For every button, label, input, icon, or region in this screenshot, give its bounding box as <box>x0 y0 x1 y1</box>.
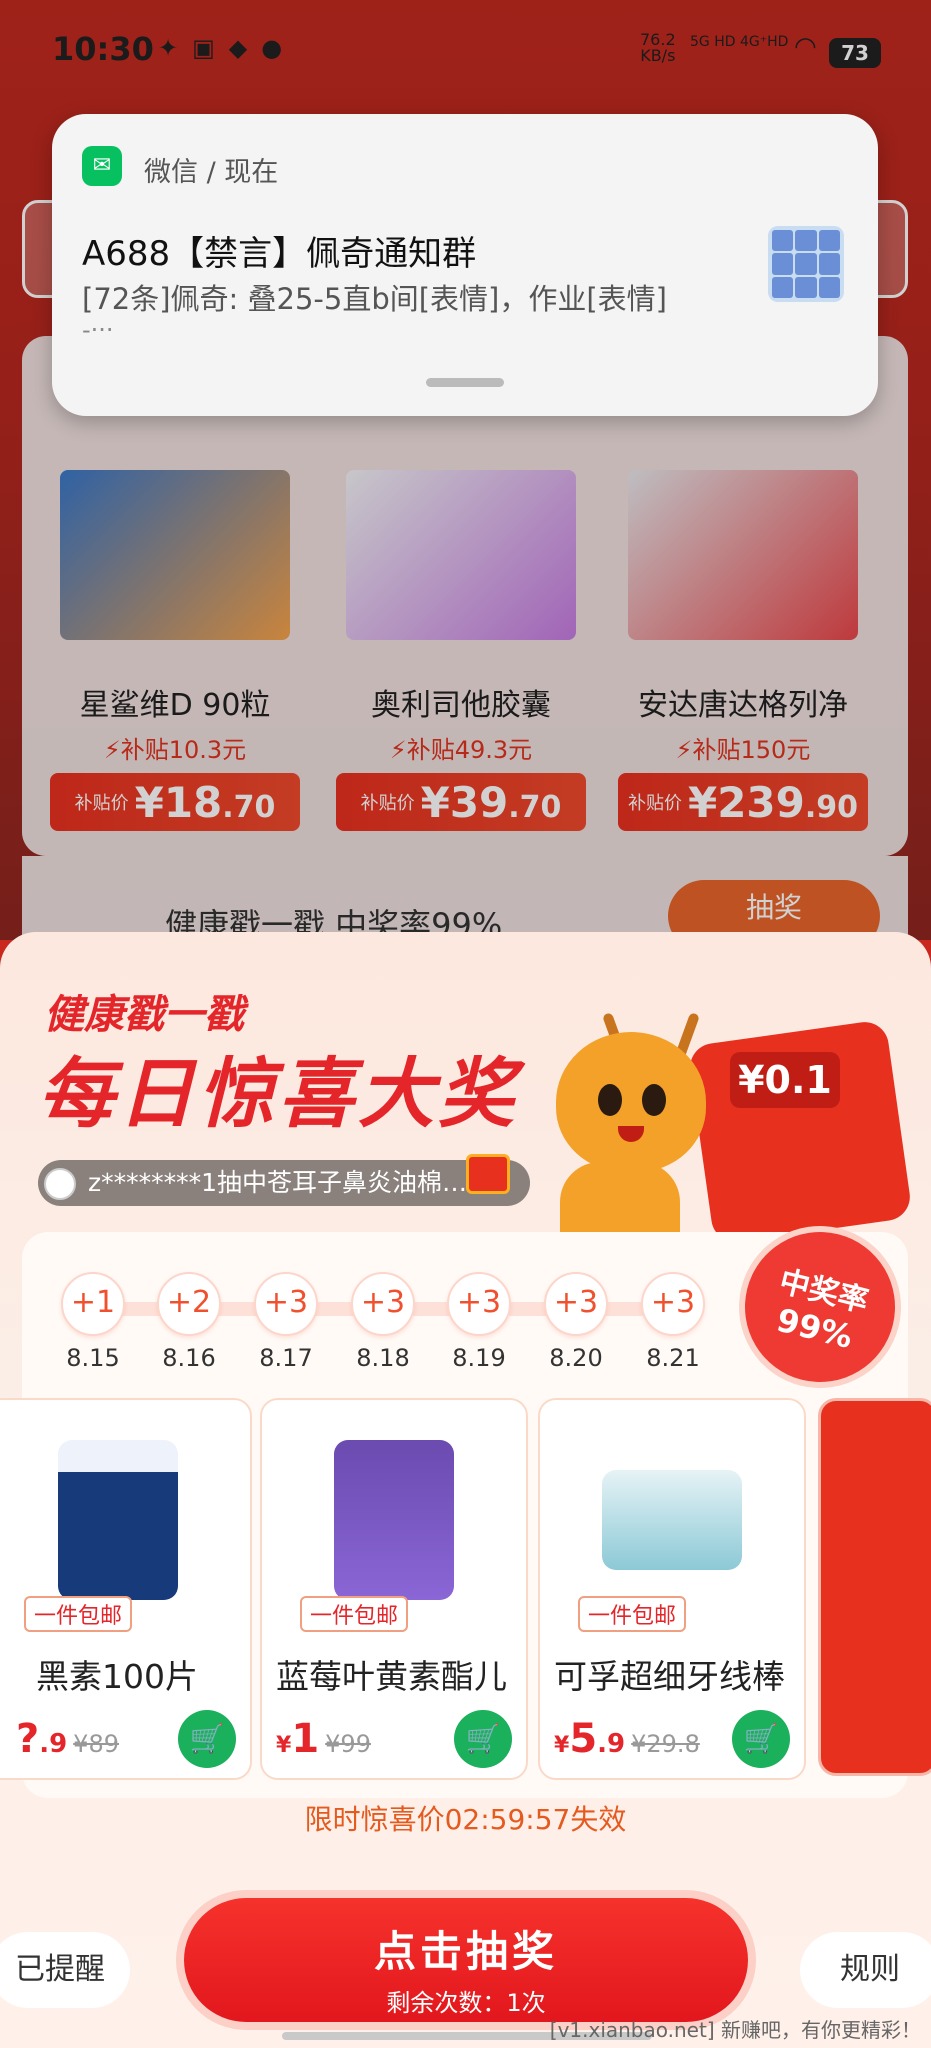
red-envelope-card[interactable] <box>818 1398 931 1776</box>
sheet-title: 每日惊喜大奖 <box>38 1049 518 1138</box>
wechat-icon: ✉ <box>82 146 122 186</box>
countdown-text: 限时惊喜价02:59:57失效 <box>304 1803 627 1836</box>
notification-body-more: -··· <box>82 316 114 344</box>
cart-icon[interactable]: 🛒 <box>178 1710 236 1768</box>
checkin-day: +2 8.16 <box>156 1272 222 1372</box>
notification-body: [72条]佩奇: 叠25-5直b间[表情]，作业[表情] <box>82 282 667 316</box>
cart-icon[interactable]: 🛒 <box>454 1710 512 1768</box>
notification-app: 微信 / 现在 <box>144 157 279 188</box>
product-image <box>602 1470 742 1570</box>
rules-button[interactable]: 规则 <box>800 1932 931 2008</box>
winner-ticker: z********1抽中苍耳子鼻炎油棉… <box>38 1160 530 1206</box>
checkin-day: +3 8.20 <box>543 1272 609 1372</box>
product-image <box>334 1440 454 1600</box>
prize-item[interactable]: 一件包邮 黑素100片 ?.9 ¥89 🛒 <box>0 1398 252 1780</box>
checkin-day: +3 8.17 <box>253 1272 319 1372</box>
product-image <box>58 1440 178 1600</box>
checkin-day: +3 8.19 <box>446 1272 512 1372</box>
deer-mascot-icon <box>556 1032 706 1172</box>
checkin-day: +3 8.18 <box>350 1272 416 1372</box>
checkin-day: +1 8.15 <box>60 1272 126 1372</box>
checkin-days: +1 8.15 +2 8.16 +3 8.17 +3 8.18 +3 8.19 +3 8.2… <box>60 1272 720 1382</box>
notification-drag-handle[interactable] <box>426 378 504 387</box>
group-avatar-icon <box>768 226 844 302</box>
remind-button[interactable]: 已提醒 <box>0 1932 130 2008</box>
avatar <box>44 1168 76 1200</box>
prize-item[interactable]: 一件包邮 蓝莓叶黄素酯儿 ¥1 ¥99 🛒 <box>260 1398 528 1780</box>
cart-icon[interactable]: 🛒 <box>732 1710 790 1768</box>
watermark-text: [v1.xianbao.net] 新赚吧，有你更精彩！ <box>549 2018 921 2042</box>
draw-button[interactable]: 点击抽奖 剩余次数：1次 <box>184 1898 748 2022</box>
notification-title: A688【禁言】佩奇通知群 <box>82 234 477 274</box>
lottery-sheet: 健康戳一戳 每日惊喜大奖 ¥0.1 z********1抽中苍耳子鼻炎油棉… 中… <box>0 932 931 2048</box>
red-packet-value: ¥0.1 <box>730 1052 840 1108</box>
gift-icon <box>466 1154 510 1194</box>
prize-item[interactable]: 一件包邮 可孚超细牙线棒 ¥5.9 ¥29.8 🛒 <box>538 1398 806 1780</box>
checkin-day: +3 8.21 <box>640 1272 706 1372</box>
wechat-notification[interactable]: ✉ 微信 / 现在 A688【禁言】佩奇通知群 [72条]佩奇: 叠25-5直b… <box>52 114 878 416</box>
